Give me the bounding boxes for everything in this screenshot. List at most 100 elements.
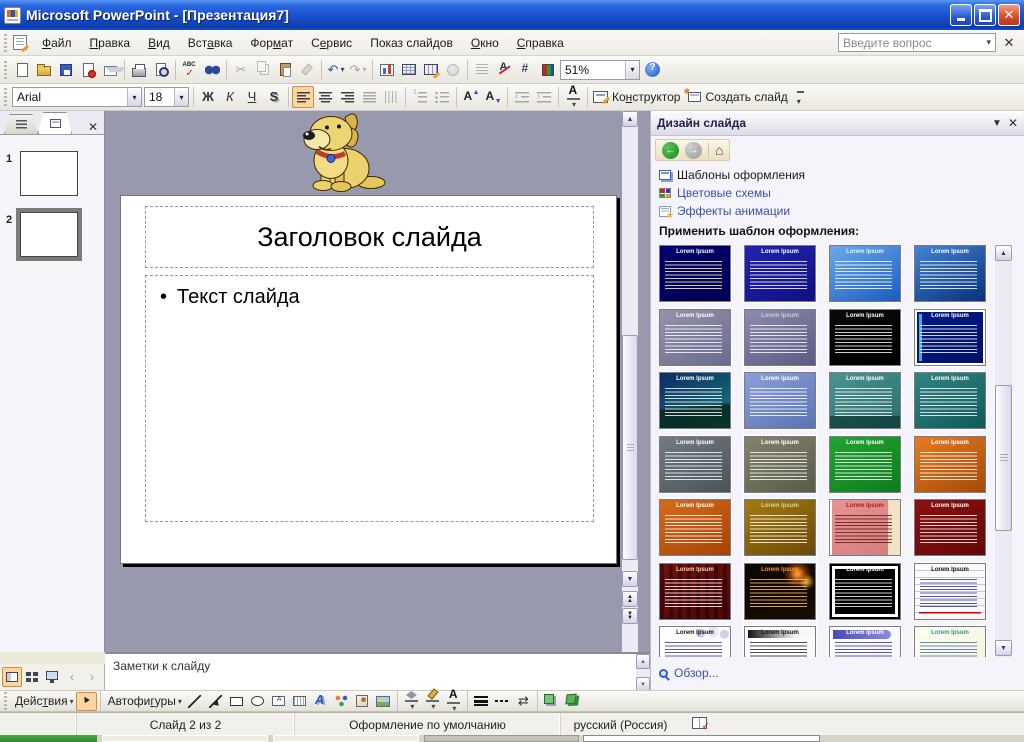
- home-button[interactable]: [715, 142, 723, 158]
- undo-button[interactable]: ↶ ▾: [325, 59, 347, 81]
- distribute-button[interactable]: [358, 86, 380, 108]
- line-button[interactable]: [184, 692, 205, 711]
- align-left-button[interactable]: [292, 86, 314, 108]
- format-painter-button[interactable]: [296, 59, 318, 81]
- browse-link[interactable]: Обзор...: [659, 666, 719, 680]
- toolbar-handle[interactable]: [4, 60, 7, 79]
- paste-button[interactable]: [274, 59, 296, 81]
- oval-button[interactable]: [247, 692, 268, 711]
- task-pane-close-icon[interactable]: ✕: [1008, 116, 1018, 130]
- design-template[interactable]: Lorem Ipsum: [744, 626, 816, 657]
- design-template[interactable]: Lorem Ipsum: [744, 562, 816, 620]
- insert-chart-button[interactable]: [376, 59, 398, 81]
- clipart-button[interactable]: [352, 692, 373, 711]
- chevron-down-icon[interactable]: ▾: [431, 702, 435, 711]
- numbering-button[interactable]: [409, 86, 431, 108]
- wordart-button[interactable]: [310, 692, 331, 711]
- dash-style-button[interactable]: [492, 692, 513, 711]
- notes-pane[interactable]: Заметки к слайду ▲ ▼: [105, 652, 650, 692]
- toolbar-options-button[interactable]: [790, 86, 812, 108]
- question-input[interactable]: Введите вопрос ▾: [838, 33, 996, 52]
- chevron-down-icon[interactable]: ▾: [178, 697, 182, 706]
- design-template[interactable]: Lorem Ipsum: [659, 435, 731, 493]
- expand-all-button[interactable]: [471, 59, 493, 81]
- design-template[interactable]: Lorem Ipsum: [829, 626, 901, 657]
- scroll-left-button[interactable]: ‹: [62, 667, 82, 687]
- tables-borders-button[interactable]: [420, 59, 442, 81]
- line-style-button[interactable]: [471, 692, 492, 711]
- line-color-button[interactable]: ▾: [422, 692, 443, 711]
- taskbar-button[interactable]: [424, 735, 579, 742]
- font-combo[interactable]: Arial ▾: [12, 87, 142, 107]
- chevron-down-icon[interactable]: ▾: [625, 60, 639, 79]
- color-grayscale-button[interactable]: [537, 59, 559, 81]
- chevron-down-icon[interactable]: ▾: [70, 697, 74, 706]
- chevron-down-icon[interactable]: ▾: [362, 65, 366, 74]
- research-button[interactable]: [201, 59, 223, 81]
- insert-table-button[interactable]: [398, 59, 420, 81]
- scroll-right-button[interactable]: ›: [82, 667, 102, 687]
- slideshow-button[interactable]: [42, 667, 62, 687]
- chevron-down-icon[interactable]: ▾: [572, 100, 576, 109]
- design-templates-link[interactable]: Шаблоны оформления: [659, 168, 805, 182]
- spelling-button[interactable]: [179, 59, 201, 81]
- arrow-style-button[interactable]: ⇄: [513, 692, 534, 711]
- redo-button[interactable]: ↷ ▾: [347, 59, 369, 81]
- menu-tools[interactable]: Сервис: [302, 32, 361, 54]
- chevron-down-icon[interactable]: ▾: [410, 702, 414, 711]
- design-template[interactable]: Lorem Ipsum: [829, 562, 901, 620]
- color-schemes-link[interactable]: Цветовые схемы: [659, 186, 771, 200]
- close-pane-icon[interactable]: ✕: [84, 120, 102, 134]
- hyperlink-button[interactable]: [442, 59, 464, 81]
- close-document-icon[interactable]: ✕: [1000, 35, 1018, 51]
- scroll-up-button[interactable]: ▲: [636, 654, 650, 669]
- slide-sorter-button[interactable]: [22, 667, 42, 687]
- design-template[interactable]: Lorem Ipsum: [914, 435, 986, 493]
- design-template[interactable]: Lorem Ipsum: [659, 372, 731, 429]
- design-template[interactable]: Lorem Ipsum: [659, 499, 731, 556]
- design-template[interactable]: Lorem Ipsum: [914, 626, 986, 657]
- scroll-up-button[interactable]: ▲: [622, 111, 638, 127]
- open-button[interactable]: [33, 59, 55, 81]
- help-button[interactable]: [641, 59, 663, 81]
- grid-button[interactable]: [515, 59, 537, 81]
- tab-outline[interactable]: [4, 114, 38, 134]
- slide-canvas[interactable]: Заголовок слайда • Текст слайда: [120, 195, 617, 564]
- tab-slides[interactable]: [38, 112, 72, 134]
- menu-edit[interactable]: Правка: [81, 32, 140, 54]
- arrow-button[interactable]: [205, 692, 226, 711]
- animation-effects-link[interactable]: Эффекты анимации: [659, 204, 790, 221]
- chevron-down-icon[interactable]: ▾: [127, 88, 141, 106]
- title-placeholder[interactable]: Заголовок слайда: [145, 206, 594, 268]
- font-color-button-2[interactable]: ▾: [443, 687, 464, 713]
- scroll-up-button[interactable]: ▲: [995, 245, 1012, 261]
- fill-color-button[interactable]: ▾: [401, 691, 422, 711]
- notes-scrollbar[interactable]: ▲ ▼: [636, 654, 650, 692]
- decrease-indent-button[interactable]: [511, 86, 533, 108]
- maximize-button[interactable]: [974, 4, 996, 26]
- align-right-button[interactable]: [336, 86, 358, 108]
- design-template[interactable]: Lorem Ipsum: [744, 435, 816, 493]
- menu-slideshow[interactable]: Показ слайдов: [361, 32, 462, 54]
- menu-help[interactable]: Справка: [508, 32, 573, 54]
- back-button[interactable]: [662, 141, 679, 159]
- text-direction-button[interactable]: [380, 86, 402, 108]
- diagram-button[interactable]: [331, 692, 352, 711]
- chevron-down-icon[interactable]: ▾: [174, 88, 188, 106]
- save-button[interactable]: [55, 59, 77, 81]
- draw-menu-button[interactable]: Действия ▾: [11, 692, 76, 711]
- toolbar-handle[interactable]: [4, 88, 7, 106]
- scroll-down-button[interactable]: ▼: [995, 640, 1012, 656]
- task-pane-scrollbar[interactable]: ▲ ▼: [995, 245, 1012, 657]
- menu-insert[interactable]: Вставка: [179, 32, 242, 54]
- autoshapes-button[interactable]: Автофигуры ▾: [104, 692, 184, 711]
- task-pane-menu-icon[interactable]: ▼: [992, 118, 1002, 129]
- shadow-button[interactable]: S: [263, 86, 285, 108]
- menu-format[interactable]: Формат: [241, 32, 302, 54]
- vertical-text-box-button[interactable]: [289, 692, 310, 711]
- increase-font-button[interactable]: [460, 86, 482, 108]
- start-button-edge[interactable]: [0, 735, 97, 742]
- text-box-button[interactable]: [268, 692, 289, 711]
- normal-view-button[interactable]: [2, 667, 22, 687]
- editor-vertical-scrollbar[interactable]: ▲ ▼ ▲ ▲ ▼ ▼: [622, 111, 638, 652]
